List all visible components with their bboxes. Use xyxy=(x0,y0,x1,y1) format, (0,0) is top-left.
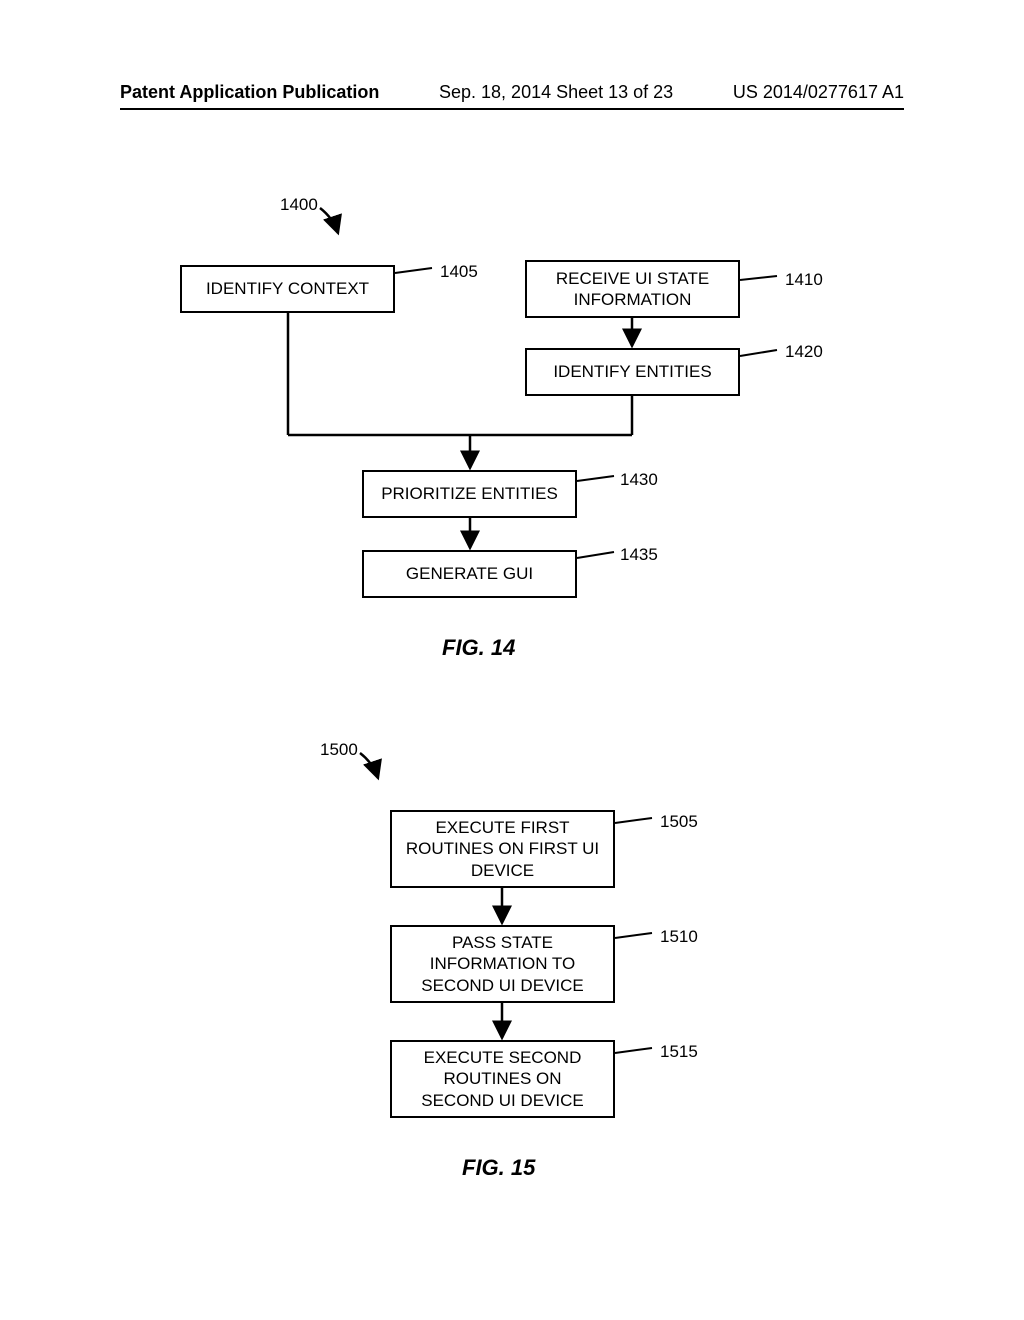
page: Patent Application Publication Sep. 18, … xyxy=(0,0,1024,1320)
fig15-title: FIG. 15 xyxy=(462,1155,535,1181)
fig15-connectors xyxy=(0,0,1024,1320)
